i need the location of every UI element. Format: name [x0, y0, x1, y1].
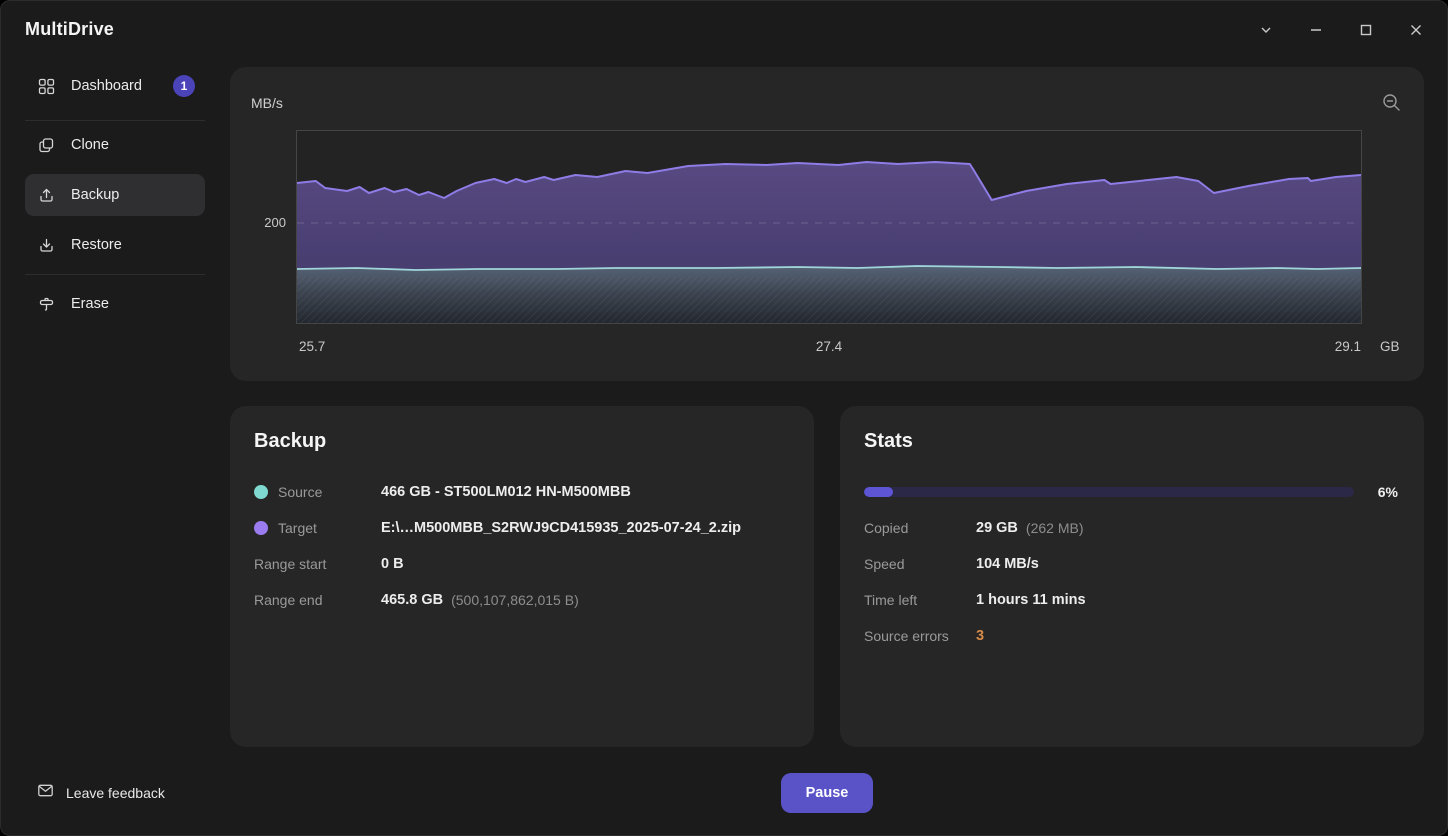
window-menu-button[interactable] — [1251, 19, 1281, 45]
sidebar-item-backup[interactable]: Backup — [25, 174, 205, 216]
close-button[interactable] — [1401, 19, 1431, 45]
backup-row-range-end: Range end 465.8 GB (500,107,862,015 B) — [254, 582, 790, 618]
row-label: Speed — [864, 556, 904, 572]
sidebar-divider — [25, 120, 205, 121]
maximize-button[interactable] — [1351, 19, 1381, 45]
chart-svg — [297, 131, 1361, 323]
backup-row-source: Source 466 GB - ST500LM012 HN-M500MBB — [254, 474, 790, 510]
chevron-down-icon — [1258, 22, 1274, 43]
range-end-bytes: (500,107,862,015 B) — [451, 592, 579, 608]
maximize-icon — [1358, 22, 1374, 43]
sidebar-item-erase[interactable]: Erase — [25, 283, 205, 325]
close-icon — [1408, 22, 1424, 43]
stats-row-speed: Speed 104 MB/s — [864, 546, 1400, 582]
minimize-icon — [1308, 22, 1324, 43]
sidebar-item-clone[interactable]: Clone — [25, 124, 205, 166]
progress-bar — [864, 487, 1354, 497]
row-label: Target — [278, 520, 317, 536]
backup-row-target: Target E:\…M500MBB_S2RWJ9CD415935_2025-0… — [254, 510, 790, 546]
row-label: Range start — [254, 556, 326, 572]
speed-area-chart — [296, 130, 1362, 324]
stats-panel: Stats 6% Copied 29 GB (262 MB) Speed 104… — [840, 406, 1424, 747]
range-end-value: 465.8 GB — [381, 592, 443, 608]
chart-y-unit-label: MB/s — [251, 95, 283, 111]
magnifier-minus-icon — [1380, 91, 1404, 120]
zoom-out-button[interactable] — [1378, 91, 1406, 119]
sidebar-item-dashboard[interactable]: Dashboard 1 — [25, 65, 205, 107]
row-label: Source errors — [864, 628, 949, 644]
app-window: MultiDrive Dashboard 1 Clone — [0, 0, 1448, 836]
x-axis-tick-start: 25.7 — [299, 339, 325, 354]
row-label: Source — [278, 484, 322, 500]
dashboard-grid-icon — [37, 77, 55, 95]
erase-squeegee-icon — [37, 295, 55, 313]
sidebar-divider — [25, 274, 205, 275]
source-errors-value: 3 — [976, 628, 984, 644]
copied-value: 29 GB — [976, 520, 1018, 536]
row-label: Copied — [864, 520, 908, 536]
app-title: MultiDrive — [25, 19, 114, 40]
progress-fill — [864, 487, 893, 497]
copied-secondary: (262 MB) — [1026, 520, 1084, 536]
chart-bottom-texture — [297, 277, 1361, 323]
clone-copy-icon — [37, 136, 55, 154]
sidebar-item-label: Backup — [71, 187, 119, 203]
backup-panel-title: Backup — [254, 430, 326, 453]
pause-button[interactable]: Pause — [781, 773, 873, 813]
progress-percent-label: 6% — [1354, 484, 1398, 500]
source-color-dot — [254, 485, 268, 499]
stats-panel-title: Stats — [864, 430, 913, 453]
backup-row-range-start: Range start 0 B — [254, 546, 790, 582]
sidebar-item-label: Restore — [71, 237, 122, 253]
x-axis-unit-label: GB — [1380, 339, 1400, 354]
stats-row-time-left: Time left 1 hours 11 mins — [864, 582, 1400, 618]
leave-feedback-button[interactable]: Leave feedback — [37, 782, 165, 804]
backup-panel: Backup Source 466 GB - ST500LM012 HN-M50… — [230, 406, 814, 747]
sidebar-item-restore[interactable]: Restore — [25, 224, 205, 266]
range-start-value: 0 B — [381, 556, 404, 572]
row-label: Range end — [254, 592, 323, 608]
sidebar-item-label: Erase — [71, 296, 109, 312]
y-axis-tick-200: 200 — [246, 215, 286, 230]
dashboard-badge: 1 — [173, 75, 195, 97]
row-label: Time left — [864, 592, 917, 608]
target-color-dot — [254, 521, 268, 535]
time-left-value: 1 hours 11 mins — [976, 592, 1086, 608]
sidebar-item-label: Clone — [71, 137, 109, 153]
source-value: 466 GB - ST500LM012 HN-M500MBB — [381, 484, 631, 500]
x-axis-tick-end: 29.1 — [1301, 339, 1361, 354]
target-value: E:\…M500MBB_S2RWJ9CD415935_2025-07-24_2.… — [381, 520, 741, 536]
minimize-button[interactable] — [1301, 19, 1331, 45]
restore-download-icon — [37, 236, 55, 254]
speed-chart-panel: MB/s — [230, 67, 1424, 381]
stats-row-copied: Copied 29 GB (262 MB) — [864, 510, 1400, 546]
leave-feedback-label: Leave feedback — [66, 785, 165, 801]
sidebar-item-label: Dashboard — [71, 78, 142, 94]
x-axis-tick-middle: 27.4 — [799, 339, 859, 354]
backup-upload-icon — [37, 186, 55, 204]
stats-row-source-errors: Source errors 3 — [864, 618, 1400, 654]
envelope-icon — [37, 782, 54, 804]
speed-value: 104 MB/s — [976, 556, 1039, 572]
